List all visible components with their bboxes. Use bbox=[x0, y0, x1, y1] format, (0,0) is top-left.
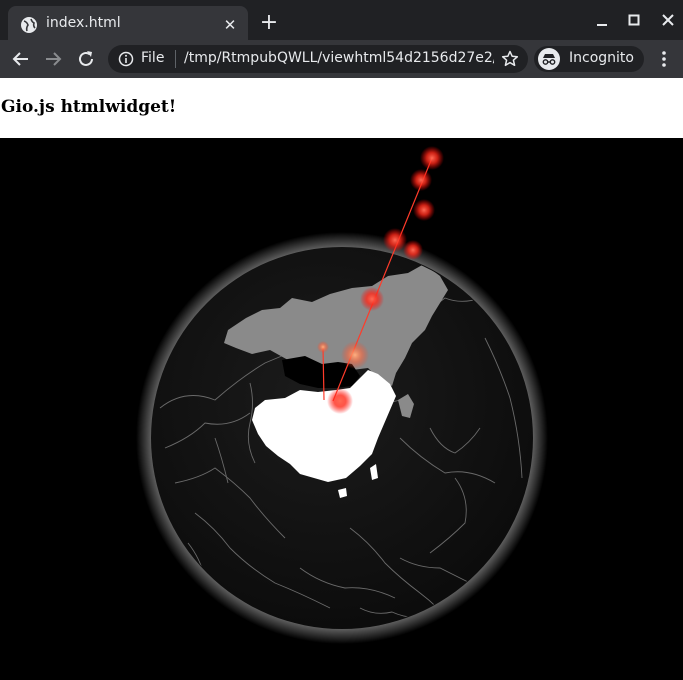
star-icon[interactable] bbox=[500, 49, 520, 69]
window-close-icon[interactable] bbox=[656, 8, 680, 32]
browser-toolbar: File /tmp/RtmpubQWLL/viewhtml54d2156d27e… bbox=[0, 40, 683, 78]
arc-point bbox=[360, 287, 384, 311]
globe-icon bbox=[21, 17, 37, 33]
url-text[interactable]: /tmp/RtmpubQWLL/viewhtml54d2156d27e2/... bbox=[184, 50, 494, 66]
incognito-icon bbox=[538, 48, 560, 70]
close-tab-icon[interactable]: ✕ bbox=[220, 15, 240, 35]
maximize-icon[interactable] bbox=[622, 8, 646, 32]
arc-point bbox=[410, 169, 432, 191]
arc-point bbox=[317, 341, 329, 353]
address-bar[interactable]: File /tmp/RtmpubQWLL/viewhtml54d2156d27e… bbox=[108, 45, 528, 73]
address-divider bbox=[175, 50, 176, 68]
scheme-label: File bbox=[141, 50, 165, 66]
new-tab-button[interactable]: + bbox=[258, 12, 280, 34]
tab-title: index.html bbox=[46, 15, 121, 31]
arc-point bbox=[413, 199, 435, 221]
arrow-right-icon[interactable] bbox=[41, 47, 65, 71]
arrow-left-icon[interactable] bbox=[9, 47, 33, 71]
globe-visualization[interactable] bbox=[0, 138, 683, 680]
page-header: Gio.js htmlwidget! bbox=[0, 78, 683, 138]
arc-point bbox=[420, 146, 444, 170]
incognito-label: Incognito bbox=[569, 50, 634, 66]
info-icon[interactable] bbox=[118, 51, 134, 67]
arc-point bbox=[341, 341, 369, 369]
arc-point bbox=[403, 240, 423, 260]
kebab-menu-icon[interactable] bbox=[652, 47, 676, 71]
minimize-icon[interactable] bbox=[590, 8, 614, 32]
globe-canvas[interactable] bbox=[0, 138, 683, 680]
arc-origin-point bbox=[327, 388, 353, 414]
page-title: Gio.js htmlwidget! bbox=[1, 97, 177, 117]
reload-icon[interactable] bbox=[74, 47, 98, 71]
incognito-badge[interactable]: Incognito bbox=[534, 46, 644, 72]
